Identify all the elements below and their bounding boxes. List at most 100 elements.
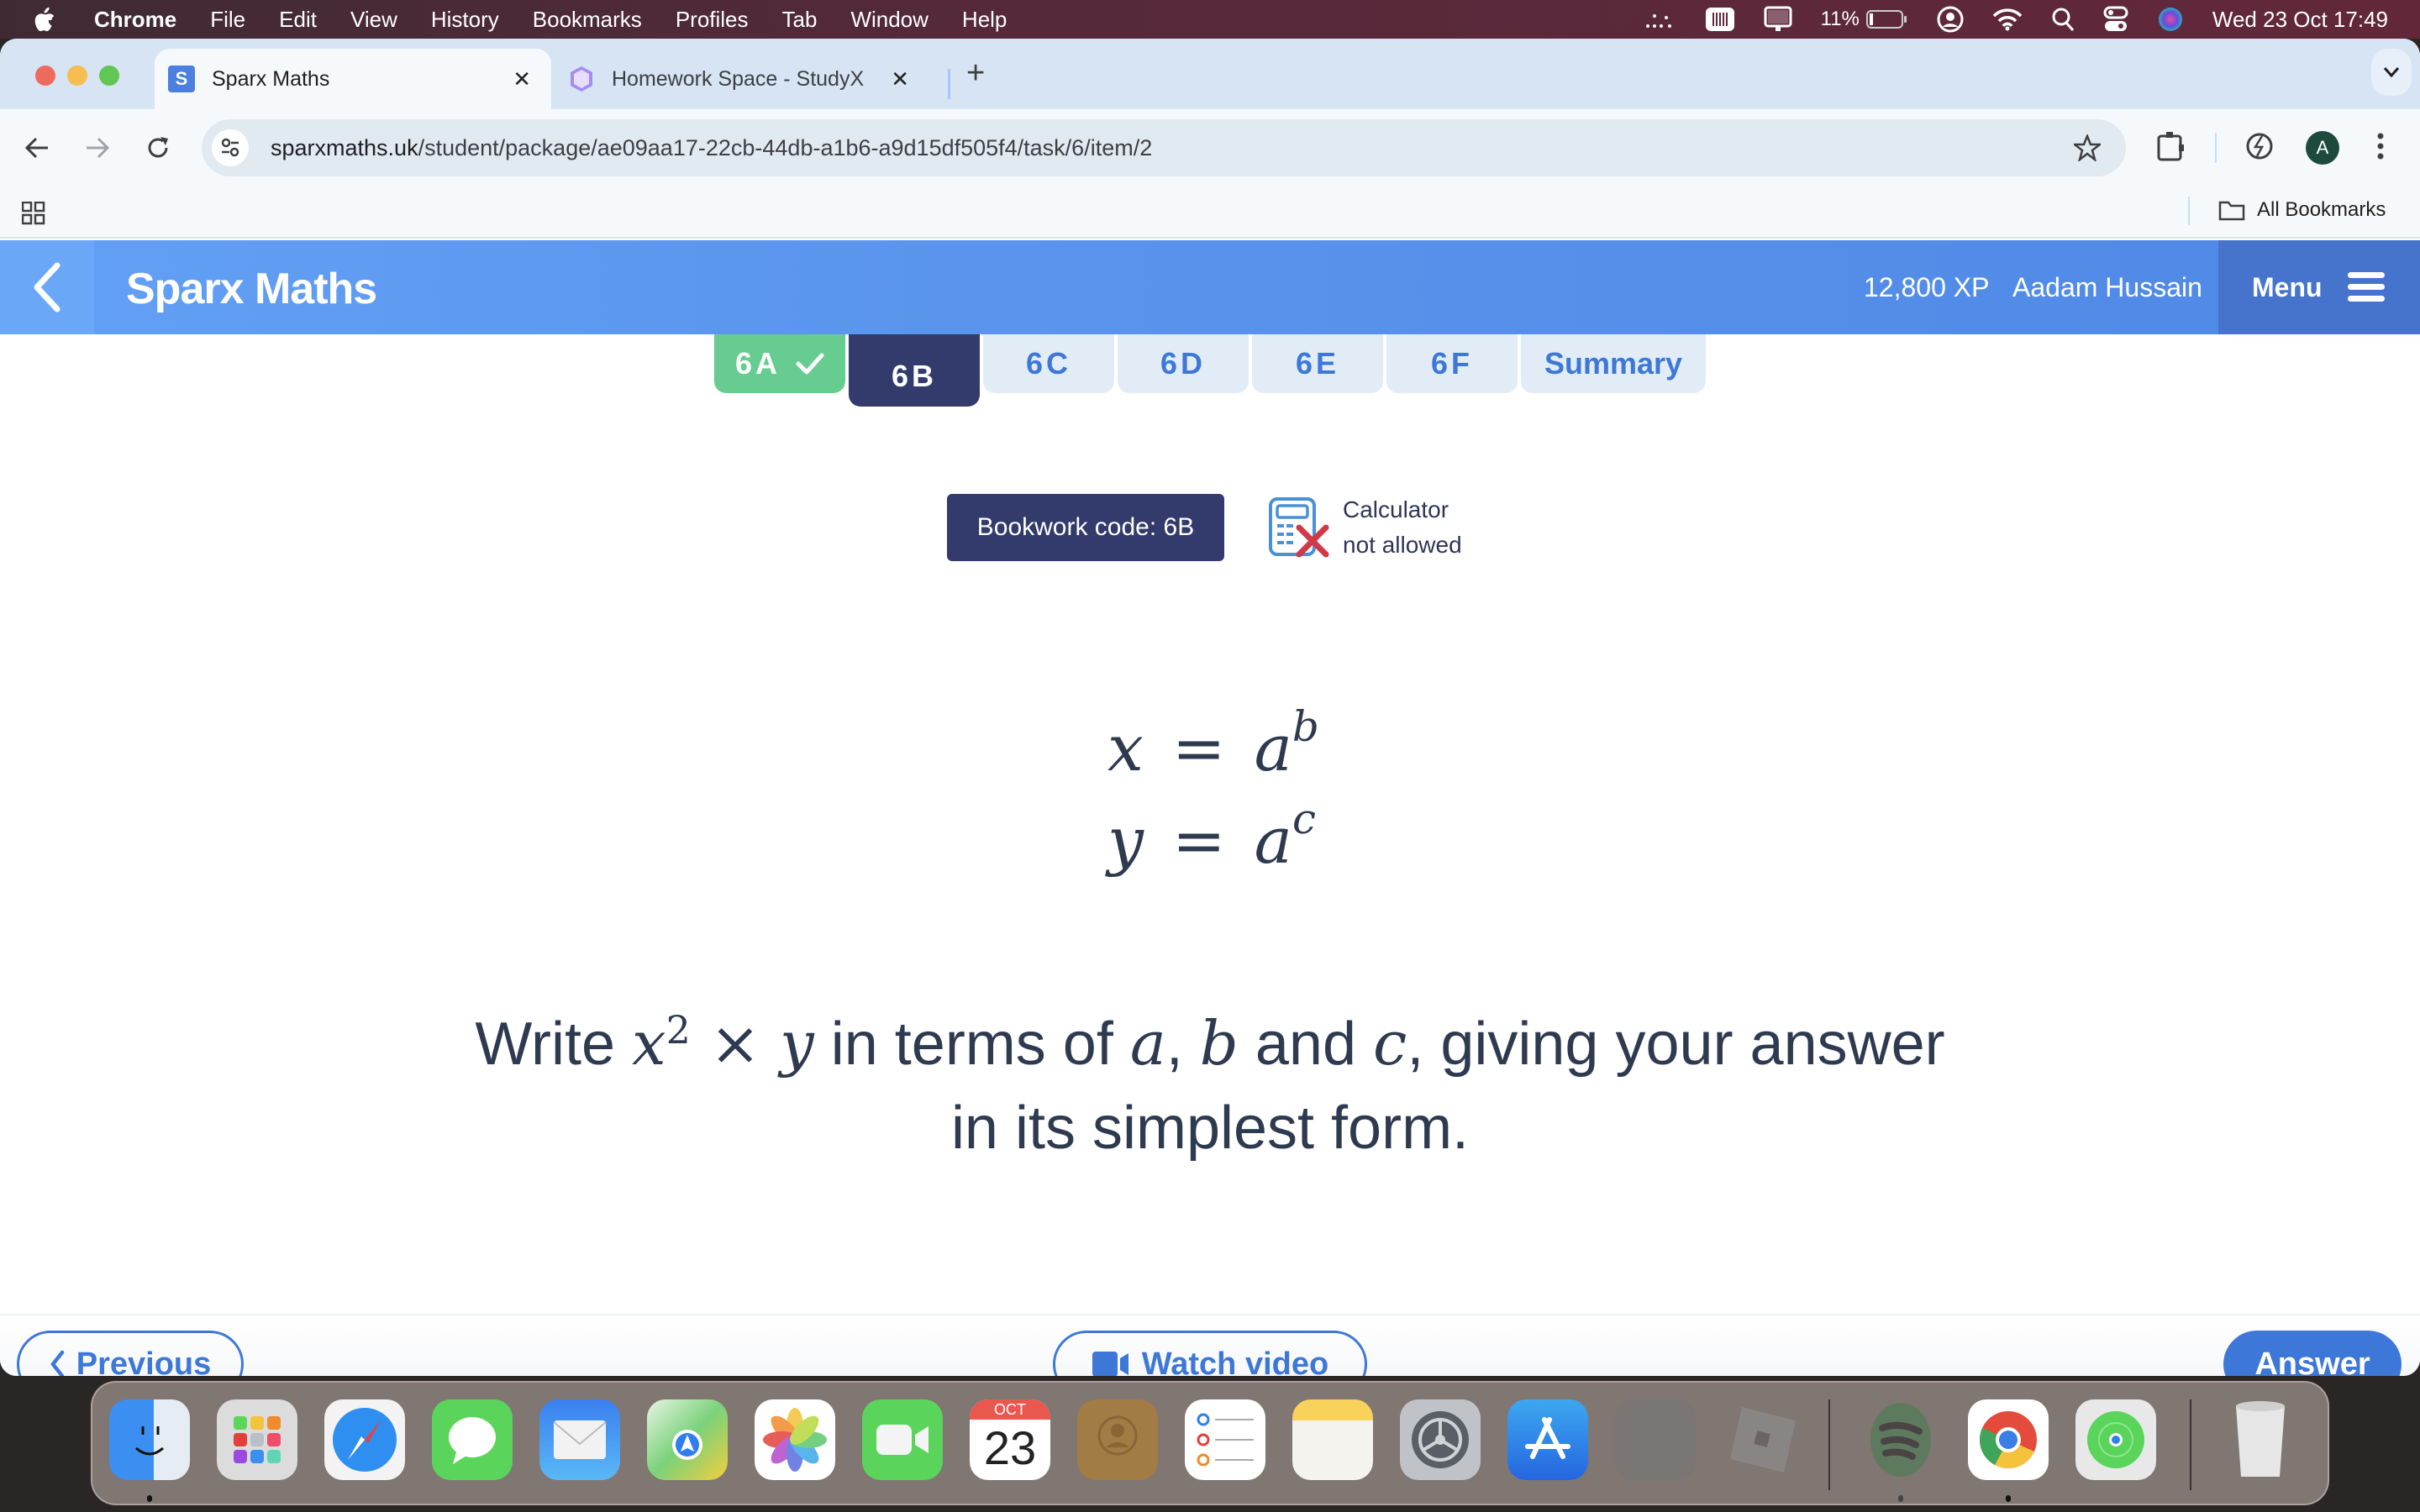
task-tab-6e[interactable]: 6E <box>1252 334 1383 393</box>
dock-finder-icon[interactable] <box>109 1399 190 1480</box>
menu-window[interactable]: Window <box>850 7 928 33</box>
url-text[interactable]: sparxmaths.uk/student/package/ae09aa17-2… <box>271 135 1152 161</box>
dock-mail-icon[interactable] <box>539 1399 620 1480</box>
task-tab-summary[interactable]: Summary <box>1521 334 1706 393</box>
all-bookmarks-label: All Bookmarks <box>2257 198 2386 221</box>
sparx-header: Sparx Maths 12,800 XP Aadam Hussain Menu <box>0 240 2420 334</box>
url-path: /student/package/ae09aa17-22cb-44db-a1b6… <box>418 134 1153 160</box>
dock-photos-icon[interactable] <box>755 1399 835 1480</box>
profile-avatar[interactable]: A <box>2306 131 2339 165</box>
chevron-left-icon <box>34 262 60 312</box>
siri-icon[interactable] <box>2157 6 2184 33</box>
site-settings-icon[interactable] <box>212 129 249 166</box>
performance-icon[interactable] <box>2245 131 2274 165</box>
tab-title: Sparx Maths <box>212 66 330 91</box>
macos-dock: OCT 23 <box>91 1381 2329 1505</box>
dock-facetime-icon[interactable] <box>862 1399 943 1480</box>
dock-safari-icon[interactable] <box>324 1399 405 1480</box>
menu-view[interactable]: View <box>350 7 397 33</box>
user-switch-icon[interactable] <box>1937 6 1964 33</box>
sparx-page: Sparx Maths 12,800 XP Aadam Hussain Menu… <box>0 240 2420 1376</box>
menu-history[interactable]: History <box>431 7 499 33</box>
dock-trash-icon[interactable] <box>2220 1399 2301 1480</box>
dock-chrome-icon[interactable] <box>1968 1399 2049 1480</box>
tab-studyx[interactable]: Homework Space - StudyX ✕ <box>568 49 929 109</box>
folder-icon <box>2218 201 2245 221</box>
dock-launchpad-icon[interactable] <box>217 1399 297 1480</box>
display-icon[interactable] <box>1764 6 1792 33</box>
apps-grid-icon[interactable] <box>21 201 45 229</box>
watch-video-button[interactable]: Watch video <box>1053 1331 1367 1376</box>
task-tabs: 6A 6B 6C 6D 6E 6F Summary <box>714 334 1706 407</box>
spotlight-search-icon[interactable] <box>2051 7 2075 32</box>
calculator-line2: not allowed <box>1343 532 1462 558</box>
dock-contacts-icon[interactable] <box>1077 1399 1158 1480</box>
bookmarks-separator <box>2188 197 2190 225</box>
keyboard-brightness-icon[interactable] <box>1705 7 1735 32</box>
user-name[interactable]: Aadam Hussain <box>2012 272 2202 303</box>
arrow-right-icon <box>87 137 110 159</box>
menu-profiles[interactable]: Profiles <box>676 7 749 33</box>
answer-button[interactable]: Answer <box>2223 1331 2402 1376</box>
calendar-month: OCT <box>970 1399 1050 1420</box>
task-tab-6c[interactable]: 6C <box>983 334 1114 393</box>
reload-icon <box>148 137 168 158</box>
apple-logo-icon[interactable] <box>32 6 57 33</box>
address-bar[interactable]: sparxmaths.uk/student/package/ae09aa17-2… <box>202 119 2126 176</box>
dock-preview-icon[interactable] <box>1615 1399 1696 1480</box>
minimize-window-button[interactable] <box>67 66 87 86</box>
close-tab-icon[interactable]: ✕ <box>513 66 531 92</box>
tab-sparx-maths[interactable]: S Sparx Maths ✕ <box>155 49 551 109</box>
maximize-window-button[interactable] <box>99 66 119 86</box>
dock-maps-icon[interactable] <box>647 1399 728 1480</box>
running-indicator <box>147 1495 152 1502</box>
dock-app-store-icon[interactable] <box>1507 1399 1588 1480</box>
calculator-status: Calculator not allowed <box>1267 492 1462 563</box>
menu-label: Menu <box>2252 271 2323 302</box>
task-tab-6f[interactable]: 6F <box>1386 334 1518 393</box>
dock-system-settings-icon[interactable] <box>1400 1399 1481 1480</box>
forward-button[interactable] <box>81 131 114 165</box>
menu-tab[interactable]: Tab <box>782 7 818 33</box>
battery-icon <box>1865 10 1907 29</box>
wifi-icon[interactable] <box>1992 8 2023 31</box>
previous-button[interactable]: Previous <box>17 1331 244 1376</box>
dock-notes-icon[interactable] <box>1292 1399 1373 1480</box>
browser-window: S Sparx Maths ✕ Homework Space - StudyX … <box>0 39 2420 1376</box>
menu-file[interactable]: File <box>210 7 245 33</box>
menu-button[interactable]: Menu <box>2218 240 2420 334</box>
dock-find-my-icon[interactable] <box>2075 1399 2156 1480</box>
close-tab-icon[interactable]: ✕ <box>891 66 909 92</box>
control-center-icon[interactable] <box>2103 6 2128 33</box>
task-tab-6b[interactable]: 6B <box>849 334 980 407</box>
arrow-left-icon <box>24 137 48 159</box>
back-button[interactable] <box>20 131 54 165</box>
new-tab-button[interactable]: + <box>966 55 985 92</box>
task-tab-6a[interactable]: 6A <box>714 334 845 393</box>
bookmark-star-icon[interactable] <box>2071 133 2103 165</box>
chrome-menu-icon[interactable] <box>2376 131 2385 165</box>
dock-calendar-icon[interactable]: OCT 23 <box>970 1399 1050 1480</box>
reload-button[interactable] <box>141 131 175 165</box>
dock-spotify-icon[interactable] <box>1860 1399 1941 1480</box>
tab-search-button[interactable] <box>2371 49 2412 96</box>
menu-bookmarks[interactable]: Bookmarks <box>533 7 642 33</box>
all-bookmarks-button[interactable]: All Bookmarks <box>2218 198 2386 222</box>
menu-help[interactable]: Help <box>962 7 1007 33</box>
close-window-button[interactable] <box>35 66 55 86</box>
window-controls <box>35 66 119 86</box>
menu-app-name[interactable]: Chrome <box>94 7 176 33</box>
dock-messages-icon[interactable] <box>432 1399 513 1480</box>
menu-edit[interactable]: Edit <box>279 7 317 33</box>
extensions-puzzle-icon[interactable] <box>2156 131 2185 165</box>
dots-status-icon[interactable] <box>1643 9 1676 29</box>
calculator-line1: Calculator <box>1343 496 1449 522</box>
task-tab-6d[interactable]: 6D <box>1118 334 1249 393</box>
clock[interactable]: Wed 23 Oct 17:49 <box>2212 7 2388 33</box>
running-indicator <box>2006 1495 2011 1502</box>
battery-indicator[interactable]: 11% <box>1821 8 1908 31</box>
dock-roblox-icon[interactable] <box>1723 1399 1803 1480</box>
dock-reminders-icon[interactable] <box>1185 1399 1265 1480</box>
back-nav-button[interactable] <box>0 240 94 334</box>
sparx-brand[interactable]: Sparx Maths <box>126 264 377 314</box>
